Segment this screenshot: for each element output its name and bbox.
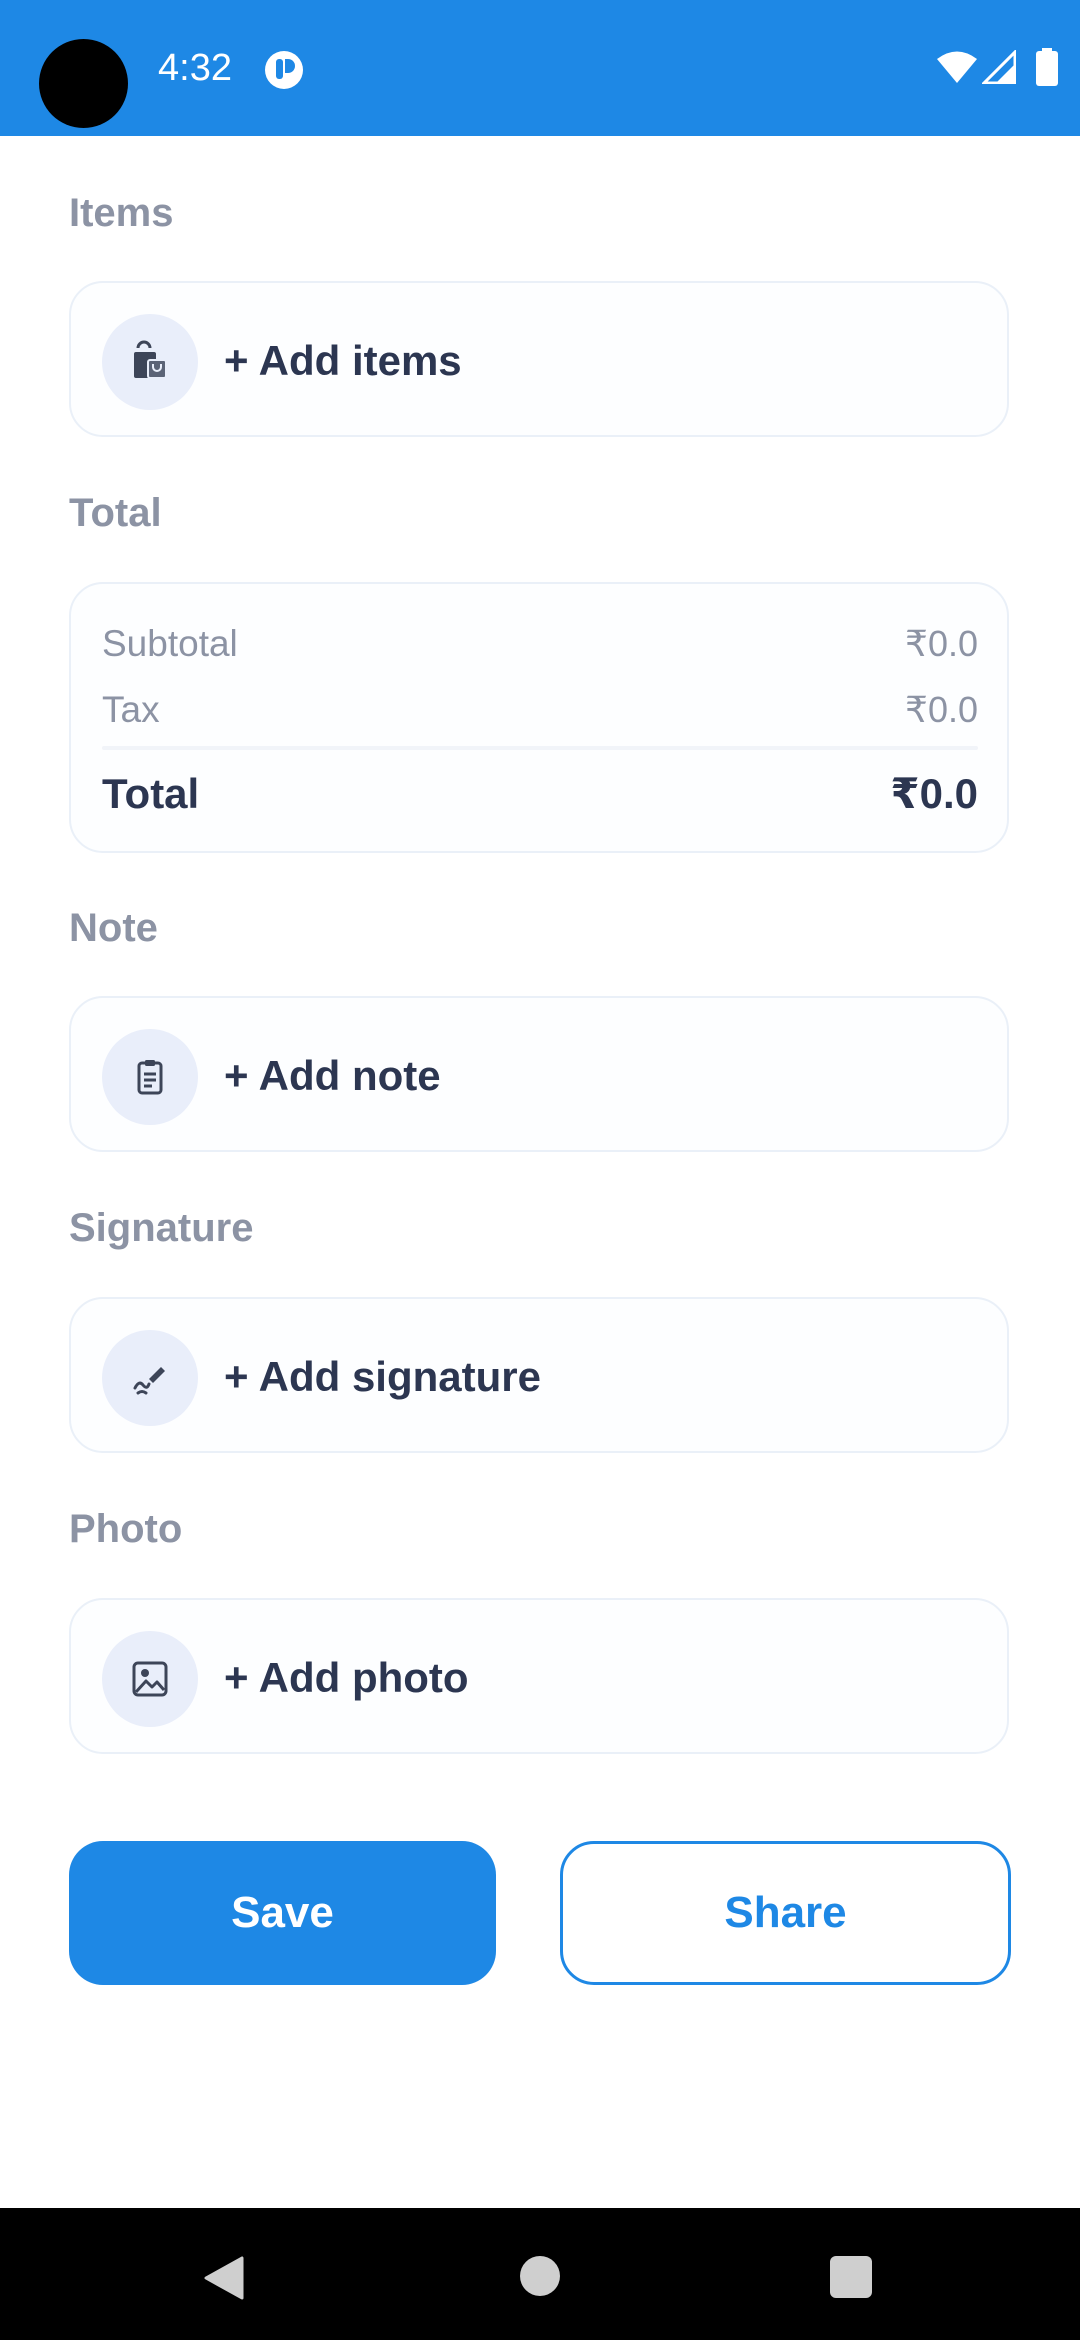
- tax-label: Tax: [102, 689, 160, 730]
- signature-pen-icon: [133, 1367, 165, 1395]
- cell-signal-icon: [982, 50, 1016, 84]
- home-icon[interactable]: [520, 2256, 560, 2296]
- totals-card: Subtotal ₹0.0 Tax ₹0.0 Total ₹0.0: [69, 582, 1009, 853]
- add-photo-label: + Add photo: [224, 1654, 469, 1701]
- app-notification-icon: [265, 51, 303, 89]
- section-heading-total: Total: [69, 491, 162, 535]
- clipboard-icon: [137, 1060, 163, 1095]
- add-signature-label: + Add signature: [224, 1353, 541, 1400]
- section-heading-photo: Photo: [69, 1507, 183, 1551]
- note-icon-circle: [102, 1029, 198, 1125]
- recent-apps-icon[interactable]: [830, 2256, 872, 2298]
- section-heading-signature: Signature: [69, 1206, 254, 1250]
- totals-divider: [102, 746, 978, 750]
- total-label: Total: [102, 770, 200, 817]
- add-items-label: + Add items: [224, 337, 462, 384]
- shopping-bag-icon: [134, 340, 167, 379]
- add-signature-card[interactable]: + Add signature: [69, 1297, 1009, 1453]
- system-navigation-bar: [0, 2208, 1080, 2340]
- signature-icon-circle: [102, 1330, 198, 1426]
- camera-cutout: [39, 39, 128, 128]
- tax-value: ₹0.0: [905, 689, 978, 730]
- subtotal-label: Subtotal: [102, 623, 238, 664]
- battery-icon: [1036, 48, 1058, 86]
- items-icon-circle: [102, 314, 198, 410]
- subtotal-value: ₹0.0: [905, 623, 978, 664]
- section-heading-note: Note: [69, 906, 158, 950]
- save-button[interactable]: Save: [69, 1841, 496, 1985]
- wifi-icon: [937, 51, 977, 83]
- status-bar: 4:32: [0, 0, 1080, 136]
- photo-icon-circle: [102, 1631, 198, 1727]
- total-value: ₹0.0: [890, 770, 978, 817]
- add-note-card[interactable]: + Add note: [69, 996, 1009, 1152]
- section-heading-items: Items: [69, 191, 174, 235]
- add-photo-card[interactable]: + Add photo: [69, 1598, 1009, 1754]
- add-note-label: + Add note: [224, 1052, 441, 1099]
- back-icon[interactable]: [204, 2256, 244, 2300]
- add-items-card[interactable]: + Add items: [69, 281, 1009, 437]
- image-icon: [132, 1661, 168, 1697]
- status-time: 4:32: [158, 47, 232, 89]
- share-button[interactable]: Share: [560, 1841, 1011, 1985]
